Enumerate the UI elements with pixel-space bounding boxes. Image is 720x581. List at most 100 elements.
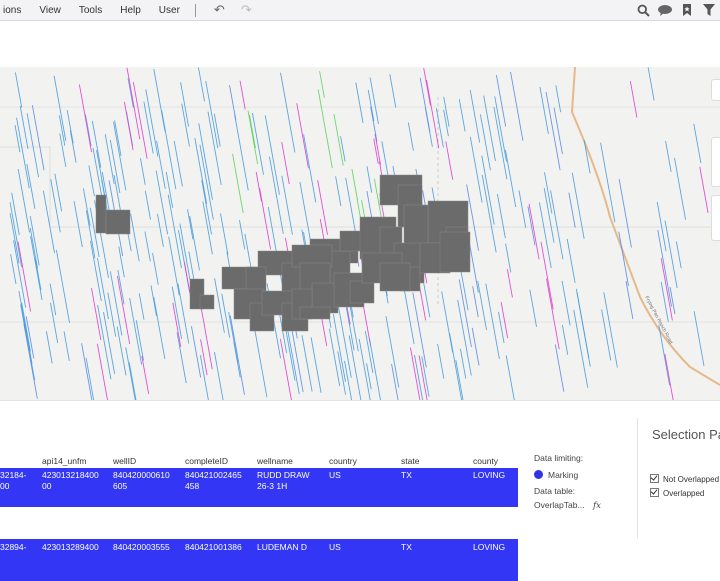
- data-table-value-row: OverlapTab... fx: [534, 500, 601, 511]
- cell-completeid: 840421001386: [185, 542, 242, 552]
- well-line: [221, 293, 231, 338]
- well-line: [540, 241, 554, 310]
- table-row[interactable]: 32894- 423013289400 840420003555 8404210…: [0, 539, 518, 581]
- well-line: [348, 335, 362, 400]
- bottom-panel: api14_unfm wellID completeID wellname co…: [0, 400, 720, 581]
- undo-icon[interactable]: ↶: [214, 0, 225, 20]
- well-line: [167, 194, 182, 269]
- fx-icon[interactable]: fx: [593, 501, 601, 511]
- well-line: [469, 136, 483, 203]
- comments-icon[interactable]: [654, 0, 676, 20]
- well-line: [268, 156, 284, 234]
- menu-item-help[interactable]: Help: [111, 5, 150, 16]
- well-line: [144, 231, 151, 262]
- well-line: [518, 190, 527, 228]
- well-line: [255, 171, 262, 202]
- well-line: [618, 178, 632, 248]
- well-line: [85, 210, 96, 259]
- map-control-1[interactable]: [711, 79, 720, 101]
- column-header-county[interactable]: county: [473, 456, 498, 466]
- column-header-wellname[interactable]: wellname: [257, 456, 293, 466]
- data-table-value: OverlapTab...: [534, 500, 585, 510]
- well-line: [16, 117, 30, 189]
- well-line: [496, 193, 506, 239]
- menu-item-tools[interactable]: Tools: [70, 5, 111, 16]
- table-row[interactable]: 32184- 00 423013218400 00 840420000610 6…: [0, 468, 518, 507]
- well-line: [391, 363, 399, 400]
- checkbox-not-overlapped[interactable]: Not Overlapped: [650, 474, 719, 484]
- bookmark-icon[interactable]: [676, 0, 698, 20]
- column-header-api14[interactable]: api14_unfm: [42, 456, 86, 466]
- well-line: [280, 72, 296, 153]
- menu-item-file-options[interactable]: ions: [0, 5, 30, 16]
- well-line: [155, 170, 169, 235]
- filter-icon[interactable]: [698, 0, 720, 20]
- well-line: [176, 332, 187, 384]
- map-view[interactable]: Frying Pan Ranch Road: [0, 67, 720, 400]
- lease-block: [199, 294, 215, 310]
- selection-panel-title: Selection Pa: [652, 427, 720, 442]
- checkbox-overlapped[interactable]: Overlapped: [650, 488, 704, 498]
- lease-block: [95, 194, 107, 234]
- column-header-completeid[interactable]: completeID: [185, 456, 228, 466]
- well-line: [141, 355, 150, 395]
- lease-block: [105, 209, 131, 235]
- search-icon[interactable]: [632, 0, 654, 20]
- menu-item-view[interactable]: View: [30, 5, 70, 16]
- well-line: [116, 275, 131, 344]
- menu-separator: [194, 3, 196, 17]
- well-line: [629, 81, 638, 118]
- map-control-2[interactable]: [711, 137, 720, 187]
- well-line: [418, 355, 428, 400]
- well-line: [130, 213, 140, 262]
- well-line: [458, 99, 466, 132]
- cell-api14: 423013218400 00: [42, 470, 99, 491]
- cell-first: 32184- 00: [0, 470, 27, 491]
- well-line: [239, 80, 246, 110]
- well-line: [555, 85, 562, 113]
- well-line: [699, 166, 709, 213]
- checkbox-overlapped-box[interactable]: [650, 488, 659, 497]
- well-line: [26, 164, 36, 209]
- well-line: [21, 302, 31, 352]
- well-line: [693, 311, 705, 367]
- well-line: [665, 140, 672, 172]
- map-control-3[interactable]: [711, 195, 720, 241]
- well-line: [9, 213, 20, 264]
- marking-indicator[interactable]: Marking: [534, 470, 601, 480]
- redo-icon[interactable]: ↷: [241, 0, 252, 20]
- well-line: [471, 327, 480, 366]
- well-line: [34, 258, 42, 291]
- well-line: [264, 115, 280, 195]
- cell-county: LOVING: [473, 542, 506, 552]
- well-line: [561, 280, 571, 326]
- column-header-country[interactable]: country: [329, 456, 357, 466]
- column-header-state[interactable]: state: [401, 456, 419, 466]
- well-line: [554, 344, 565, 392]
- well-line: [254, 331, 268, 398]
- well-line: [117, 269, 125, 305]
- cell-wellname: RUDD DRAW 26-3 1H: [257, 470, 310, 491]
- well-line: [63, 331, 70, 361]
- column-header-wellid[interactable]: wellID: [113, 456, 136, 466]
- well-line: [301, 335, 313, 392]
- well-line: [443, 96, 450, 127]
- well-line: [485, 283, 500, 360]
- well-line: [247, 110, 259, 165]
- toolbar-right: [632, 0, 720, 20]
- menu-item-user[interactable]: User: [150, 5, 189, 16]
- marking-color-dot: [534, 470, 543, 479]
- marking-label: Marking: [548, 470, 579, 480]
- well-line: [91, 120, 102, 168]
- well-line: [457, 299, 472, 376]
- well-line: [152, 252, 159, 285]
- lease-block: [299, 306, 331, 320]
- well-line: [129, 297, 143, 365]
- well-line: [575, 288, 591, 367]
- well-line: [566, 238, 576, 283]
- well-line: [198, 123, 213, 200]
- well-line: [419, 77, 431, 132]
- well-line: [319, 71, 325, 98]
- well-line: [84, 114, 92, 147]
- checkbox-not-overlapped-box[interactable]: [650, 474, 659, 483]
